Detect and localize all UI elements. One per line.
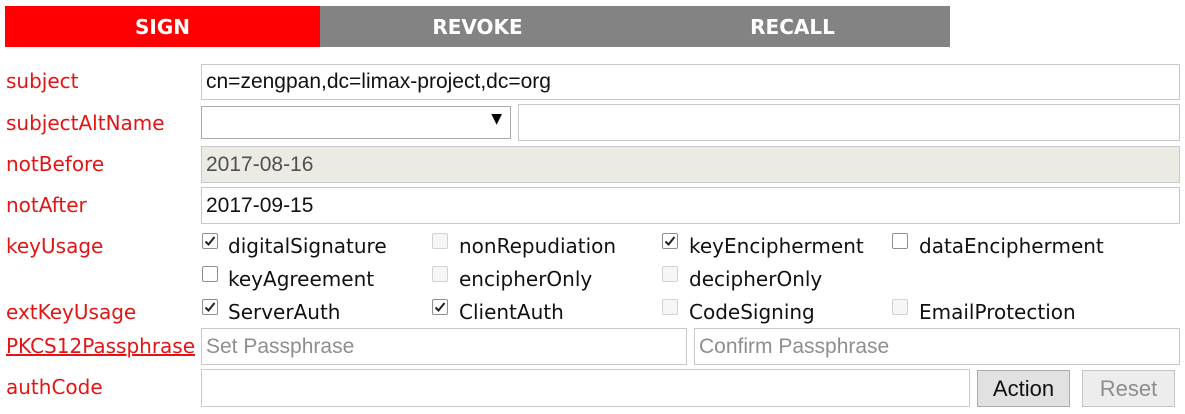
tab-revoke[interactable]: REVOKE — [320, 6, 635, 47]
subject-input[interactable]: cn=zengpan,dc=limax-project,dc=org — [201, 64, 1180, 100]
decipher-only-label: decipherOnly — [689, 267, 823, 291]
reset-button: Reset — [1082, 370, 1175, 407]
tab-sign[interactable]: SIGN — [5, 6, 320, 47]
non-repudiation-checkbox — [432, 233, 448, 249]
pkcs12-passphrase-link[interactable]: PKCS12Passphrase — [6, 334, 195, 358]
non-repudiation-label: nonRepudiation — [459, 234, 617, 258]
client-auth-label: ClientAuth — [459, 300, 564, 324]
email-protection-checkbox — [892, 299, 908, 315]
tab-recall[interactable]: RECALL — [635, 6, 950, 47]
subject-alt-name-type-select[interactable]: ▼ — [201, 106, 511, 139]
dropdown-arrow-icon: ▼ — [491, 111, 502, 127]
key-encipherment-checkbox[interactable] — [662, 233, 678, 249]
key-encipherment-label: keyEncipherment — [689, 234, 864, 258]
key-usage-label: keyUsage — [6, 234, 104, 258]
confirm-passphrase-input[interactable]: Confirm Passphrase — [694, 328, 1180, 365]
not-after-input[interactable]: 2017-09-15 — [201, 187, 1180, 224]
client-auth-checkbox[interactable] — [432, 299, 448, 315]
subject-label: subject — [6, 69, 79, 93]
code-signing-label: CodeSigning — [689, 300, 815, 324]
auth-code-label: authCode — [6, 375, 103, 399]
ext-key-usage-label: extKeyUsage — [6, 300, 137, 324]
action-button[interactable]: Action — [977, 370, 1070, 407]
email-protection-label: EmailProtection — [919, 300, 1076, 324]
auth-code-input[interactable] — [201, 369, 970, 407]
server-auth-checkbox[interactable] — [202, 299, 218, 315]
subject-alt-name-input[interactable] — [518, 104, 1180, 141]
key-agreement-label: keyAgreement — [228, 267, 375, 291]
digital-signature-checkbox[interactable] — [202, 233, 218, 249]
code-signing-checkbox — [662, 299, 678, 315]
not-after-label: notAfter — [6, 193, 87, 217]
server-auth-label: ServerAuth — [228, 300, 341, 324]
set-passphrase-input[interactable]: Set Passphrase — [201, 328, 687, 365]
decipher-only-checkbox — [662, 266, 678, 282]
data-encipherment-label: dataEncipherment — [919, 234, 1104, 258]
subject-alt-name-label: subjectAltName — [6, 111, 165, 135]
not-before-label: notBefore — [6, 152, 105, 176]
encipher-only-label: encipherOnly — [459, 267, 593, 291]
data-encipherment-checkbox[interactable] — [892, 233, 908, 249]
not-before-input: 2017-08-16 — [201, 146, 1180, 183]
tab-bar: SIGN REVOKE RECALL — [5, 6, 950, 47]
key-agreement-checkbox[interactable] — [202, 266, 218, 282]
digital-signature-label: digitalSignature — [228, 234, 387, 258]
encipher-only-checkbox — [432, 266, 448, 282]
